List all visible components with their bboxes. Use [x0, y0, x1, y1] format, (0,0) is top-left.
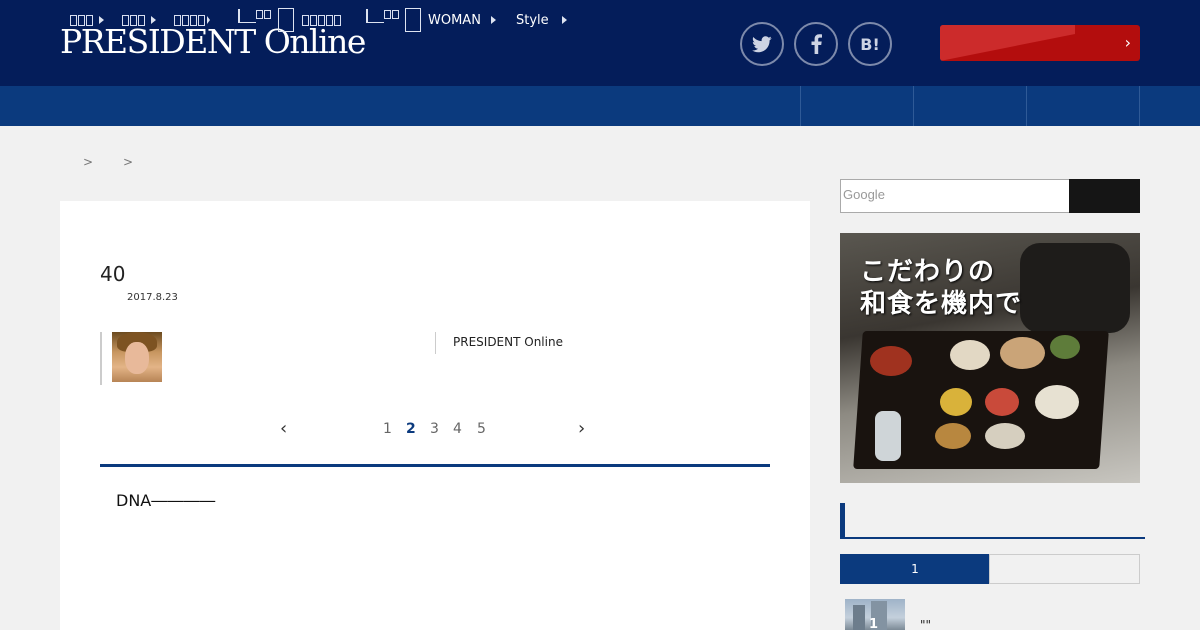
ranking-tab-active[interactable]: 1 [840, 554, 990, 584]
book-icon [238, 9, 256, 23]
author-divider [100, 332, 102, 385]
ranking-item-title[interactable]: "" [920, 618, 931, 630]
caret-right-icon [99, 16, 104, 24]
ranking-item-rank: 1 [869, 617, 879, 630]
nav-item-4[interactable] [238, 0, 272, 40]
search-button[interactable] [1069, 179, 1140, 213]
twitter-icon [752, 35, 772, 52]
nav-divider [1026, 86, 1027, 126]
facebook-icon [811, 34, 822, 54]
nav-item-style-label: Style [516, 12, 549, 28]
nav-item-6[interactable] [366, 0, 400, 40]
article-date: 2017.8.23 [127, 292, 178, 303]
pagination-page-5[interactable]: 5 [477, 421, 486, 437]
pagination-page-4[interactable]: 4 [453, 421, 462, 437]
article-title: 40 [100, 262, 126, 286]
nav-item-5[interactable] [278, 0, 342, 40]
pagination-page-2-current[interactable]: 2 [406, 421, 416, 437]
breadcrumb-separator: > [123, 155, 134, 169]
pagination-page-3[interactable]: 3 [430, 421, 439, 437]
breadcrumb-separator: > [83, 155, 94, 169]
book-icon [278, 8, 294, 32]
google-search-input[interactable]: Google [840, 179, 1070, 213]
nav-item-3[interactable] [174, 0, 210, 40]
nav-item-2[interactable] [122, 0, 156, 40]
cta-highlight [940, 25, 1075, 61]
pagination-next-button[interactable]: › [578, 418, 585, 439]
header-cta-button[interactable]: › [940, 25, 1140, 61]
nav-divider [800, 86, 801, 126]
facebook-share-button[interactable] [794, 22, 838, 66]
credit-divider [435, 332, 436, 354]
nav-item-woman[interactable]: WOMAN [405, 0, 496, 40]
ranking-header-rule [840, 537, 1145, 539]
ad-image-seat [1020, 243, 1130, 333]
article-body-rule [100, 464, 770, 467]
author-avatar[interactable] [112, 332, 162, 382]
book-icon [405, 8, 421, 32]
nav-divider [913, 86, 914, 126]
hatena-bookmark-button[interactable]: B! [848, 22, 892, 66]
pagination-prev-button[interactable]: ‹ [280, 418, 287, 439]
nav-item-style[interactable]: Style [516, 0, 567, 40]
nav-divider [1139, 86, 1140, 126]
ad-banner[interactable]: こだわりの 和食を機内で [840, 233, 1140, 483]
ranking-header-mark [840, 503, 845, 538]
hatena-bookmark-icon: B! [860, 34, 880, 54]
ranking-tab-inactive[interactable] [989, 554, 1140, 584]
nav-item-woman-label: WOMAN [428, 12, 481, 28]
caret-right-icon [490, 16, 496, 24]
book-icon [366, 9, 384, 23]
caret-right-icon [151, 16, 156, 24]
chevron-right-icon: › [1124, 33, 1131, 52]
twitter-share-button[interactable] [740, 22, 784, 66]
global-nav [0, 86, 1200, 126]
article-card [60, 201, 810, 630]
caret-right-icon [207, 16, 210, 24]
caret-right-icon [561, 16, 567, 24]
pagination-page-1[interactable]: 1 [383, 421, 392, 437]
ad-headline-line2: 和食を機内で [860, 289, 1023, 319]
nav-item-1[interactable] [70, 0, 104, 40]
ranking-item-thumbnail[interactable]: 1 [845, 599, 905, 630]
article-lead: DNA―――― [116, 491, 216, 510]
article-credit: PRESIDENT Online [453, 335, 563, 349]
